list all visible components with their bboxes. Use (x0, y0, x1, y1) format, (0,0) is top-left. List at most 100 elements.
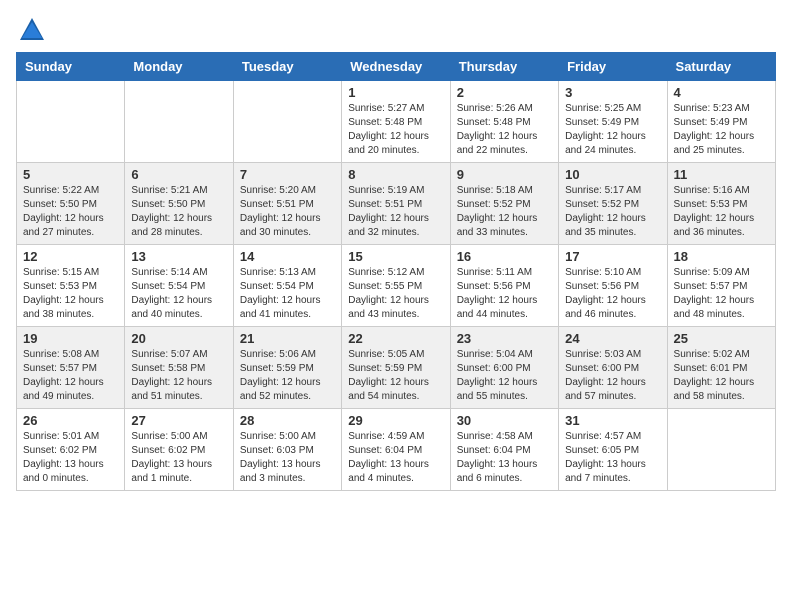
calendar-cell (17, 81, 125, 163)
day-info: Sunrise: 4:58 AM Sunset: 6:04 PM Dayligh… (457, 430, 552, 486)
calendar-cell: 16Sunrise: 5:11 AM Sunset: 5:56 PM Dayli… (450, 245, 558, 327)
day-number: 18 (674, 249, 769, 264)
calendar-cell: 1 Sunrise: 5:27 AM Sunset: 5:48 PM Daylig… (342, 81, 450, 163)
calendar-cell: 28 Sunrise: 5:00 AM Sunset: 6:03 PM Dayli… (233, 409, 341, 491)
calendar-cell: 9 Sunrise: 5:18 AM Sunset: 5:52 PM Daylig… (450, 163, 558, 245)
day-info: Sunrise: 5:09 AM Sunset: 5:57 PM Dayligh… (674, 266, 769, 322)
day-header-friday: Friday (559, 53, 667, 81)
day-info: Sunrise: 5:25 AM Sunset: 5:49 PM Dayligh… (565, 102, 660, 158)
calendar-header-row: SundayMondayTuesdayWednesdayThursdayFrid… (17, 53, 776, 81)
calendar-cell: 3 Sunrise: 5:25 AM Sunset: 5:49 PM Daylig… (559, 81, 667, 163)
logo (16, 16, 46, 40)
calendar-cell (125, 81, 233, 163)
day-header-sunday: Sunday (17, 53, 125, 81)
calendar-cell: 15 Sunrise: 5:12 AM Sunset: 5:55 PM Dayli… (342, 245, 450, 327)
calendar-cell: 24 Sunrise: 5:03 AM Sunset: 6:00 PM Dayli… (559, 327, 667, 409)
day-number: 12 (23, 249, 118, 264)
day-number: 27 (131, 413, 226, 428)
day-number: 15 (348, 249, 443, 264)
day-header-thursday: Thursday (450, 53, 558, 81)
calendar-cell (667, 409, 775, 491)
day-header-saturday: Saturday (667, 53, 775, 81)
day-info: Sunrise: 4:57 AM Sunset: 6:05 PM Dayligh… (565, 430, 660, 486)
calendar-cell: 6 Sunrise: 5:21 AM Sunset: 5:50 PM Daylig… (125, 163, 233, 245)
day-info: Sunrise: 5:05 AM Sunset: 5:59 PM Dayligh… (348, 348, 443, 404)
calendar-cell: 12 Sunrise: 5:15 AM Sunset: 5:53 PM Dayli… (17, 245, 125, 327)
calendar-cell: 8 Sunrise: 5:19 AM Sunset: 5:51 PM Daylig… (342, 163, 450, 245)
day-number: 16 (457, 249, 552, 264)
day-info: Sunrise: 5:17 AM Sunset: 5:52 PM Dayligh… (565, 184, 660, 240)
day-info: Sunrise: 5:26 AM Sunset: 5:48 PM Dayligh… (457, 102, 552, 158)
day-number: 25 (674, 331, 769, 346)
calendar: SundayMondayTuesdayWednesdayThursdayFrid… (16, 52, 776, 491)
day-number: 17 (565, 249, 660, 264)
calendar-week-0: 1 Sunrise: 5:27 AM Sunset: 5:48 PM Daylig… (17, 81, 776, 163)
day-info: Sunrise: 5:03 AM Sunset: 6:00 PM Dayligh… (565, 348, 660, 404)
day-info: Sunrise: 5:00 AM Sunset: 6:03 PM Dayligh… (240, 430, 335, 486)
calendar-cell: 11Sunrise: 5:16 AM Sunset: 5:53 PM Dayli… (667, 163, 775, 245)
calendar-cell: 18 Sunrise: 5:09 AM Sunset: 5:57 PM Dayli… (667, 245, 775, 327)
day-info: Sunrise: 5:27 AM Sunset: 5:48 PM Dayligh… (348, 102, 443, 158)
day-info: Sunrise: 5:01 AM Sunset: 6:02 PM Dayligh… (23, 430, 118, 486)
day-number: 23 (457, 331, 552, 346)
calendar-cell: 23 Sunrise: 5:04 AM Sunset: 6:00 PM Dayli… (450, 327, 558, 409)
day-info: Sunrise: 5:21 AM Sunset: 5:50 PM Dayligh… (131, 184, 226, 240)
day-info: Sunrise: 5:19 AM Sunset: 5:51 PM Dayligh… (348, 184, 443, 240)
calendar-cell: 10 Sunrise: 5:17 AM Sunset: 5:52 PM Dayli… (559, 163, 667, 245)
day-info: Sunrise: 5:07 AM Sunset: 5:58 PM Dayligh… (131, 348, 226, 404)
day-info: Sunrise: 5:08 AM Sunset: 5:57 PM Dayligh… (23, 348, 118, 404)
day-number: 8 (348, 167, 443, 182)
day-number: 20 (131, 331, 226, 346)
calendar-cell: 13 Sunrise: 5:14 AM Sunset: 5:54 PM Dayli… (125, 245, 233, 327)
day-number: 2 (457, 85, 552, 100)
day-number: 14 (240, 249, 335, 264)
day-number: 31 (565, 413, 660, 428)
calendar-cell: 20 Sunrise: 5:07 AM Sunset: 5:58 PM Dayli… (125, 327, 233, 409)
day-number: 28 (240, 413, 335, 428)
day-info: Sunrise: 5:18 AM Sunset: 5:52 PM Dayligh… (457, 184, 552, 240)
calendar-cell: 5 Sunrise: 5:22 AM Sunset: 5:50 PM Daylig… (17, 163, 125, 245)
day-info: Sunrise: 4:59 AM Sunset: 6:04 PM Dayligh… (348, 430, 443, 486)
day-info: Sunrise: 5:02 AM Sunset: 6:01 PM Dayligh… (674, 348, 769, 404)
calendar-cell: 17 Sunrise: 5:10 AM Sunset: 5:56 PM Dayli… (559, 245, 667, 327)
calendar-cell: 7Sunrise: 5:20 AM Sunset: 5:51 PM Daylig… (233, 163, 341, 245)
calendar-week-4: 26Sunrise: 5:01 AM Sunset: 6:02 PM Dayli… (17, 409, 776, 491)
calendar-cell: 29 Sunrise: 4:59 AM Sunset: 6:04 PM Dayli… (342, 409, 450, 491)
day-number: 24 (565, 331, 660, 346)
day-info: Sunrise: 5:23 AM Sunset: 5:49 PM Dayligh… (674, 102, 769, 158)
day-number: 11 (674, 167, 769, 182)
day-info: Sunrise: 5:20 AM Sunset: 5:51 PM Dayligh… (240, 184, 335, 240)
day-info: Sunrise: 5:10 AM Sunset: 5:56 PM Dayligh… (565, 266, 660, 322)
calendar-cell: 21 Sunrise: 5:06 AM Sunset: 5:59 PM Dayli… (233, 327, 341, 409)
day-info: Sunrise: 5:04 AM Sunset: 6:00 PM Dayligh… (457, 348, 552, 404)
day-number: 9 (457, 167, 552, 182)
day-number: 1 (348, 85, 443, 100)
calendar-cell: 31 Sunrise: 4:57 AM Sunset: 6:05 PM Dayli… (559, 409, 667, 491)
day-number: 30 (457, 413, 552, 428)
day-number: 22 (348, 331, 443, 346)
calendar-cell: 25 Sunrise: 5:02 AM Sunset: 6:01 PM Dayli… (667, 327, 775, 409)
day-number: 5 (23, 167, 118, 182)
day-number: 3 (565, 85, 660, 100)
calendar-cell: 4 Sunrise: 5:23 AM Sunset: 5:49 PM Daylig… (667, 81, 775, 163)
day-info: Sunrise: 5:12 AM Sunset: 5:55 PM Dayligh… (348, 266, 443, 322)
calendar-cell: 19Sunrise: 5:08 AM Sunset: 5:57 PM Dayli… (17, 327, 125, 409)
day-number: 21 (240, 331, 335, 346)
calendar-cell: 30 Sunrise: 4:58 AM Sunset: 6:04 PM Dayli… (450, 409, 558, 491)
day-header-monday: Monday (125, 53, 233, 81)
page-header (16, 16, 776, 40)
day-number: 29 (348, 413, 443, 428)
day-header-tuesday: Tuesday (233, 53, 341, 81)
day-info: Sunrise: 5:06 AM Sunset: 5:59 PM Dayligh… (240, 348, 335, 404)
day-info: Sunrise: 5:22 AM Sunset: 5:50 PM Dayligh… (23, 184, 118, 240)
day-info: Sunrise: 5:15 AM Sunset: 5:53 PM Dayligh… (23, 266, 118, 322)
day-number: 4 (674, 85, 769, 100)
day-number: 6 (131, 167, 226, 182)
calendar-cell: 22 Sunrise: 5:05 AM Sunset: 5:59 PM Dayli… (342, 327, 450, 409)
day-number: 10 (565, 167, 660, 182)
calendar-week-2: 12 Sunrise: 5:15 AM Sunset: 5:53 PM Dayli… (17, 245, 776, 327)
day-number: 13 (131, 249, 226, 264)
day-info: Sunrise: 5:13 AM Sunset: 5:54 PM Dayligh… (240, 266, 335, 322)
day-info: Sunrise: 5:14 AM Sunset: 5:54 PM Dayligh… (131, 266, 226, 322)
calendar-cell: 14 Sunrise: 5:13 AM Sunset: 5:54 PM Dayli… (233, 245, 341, 327)
